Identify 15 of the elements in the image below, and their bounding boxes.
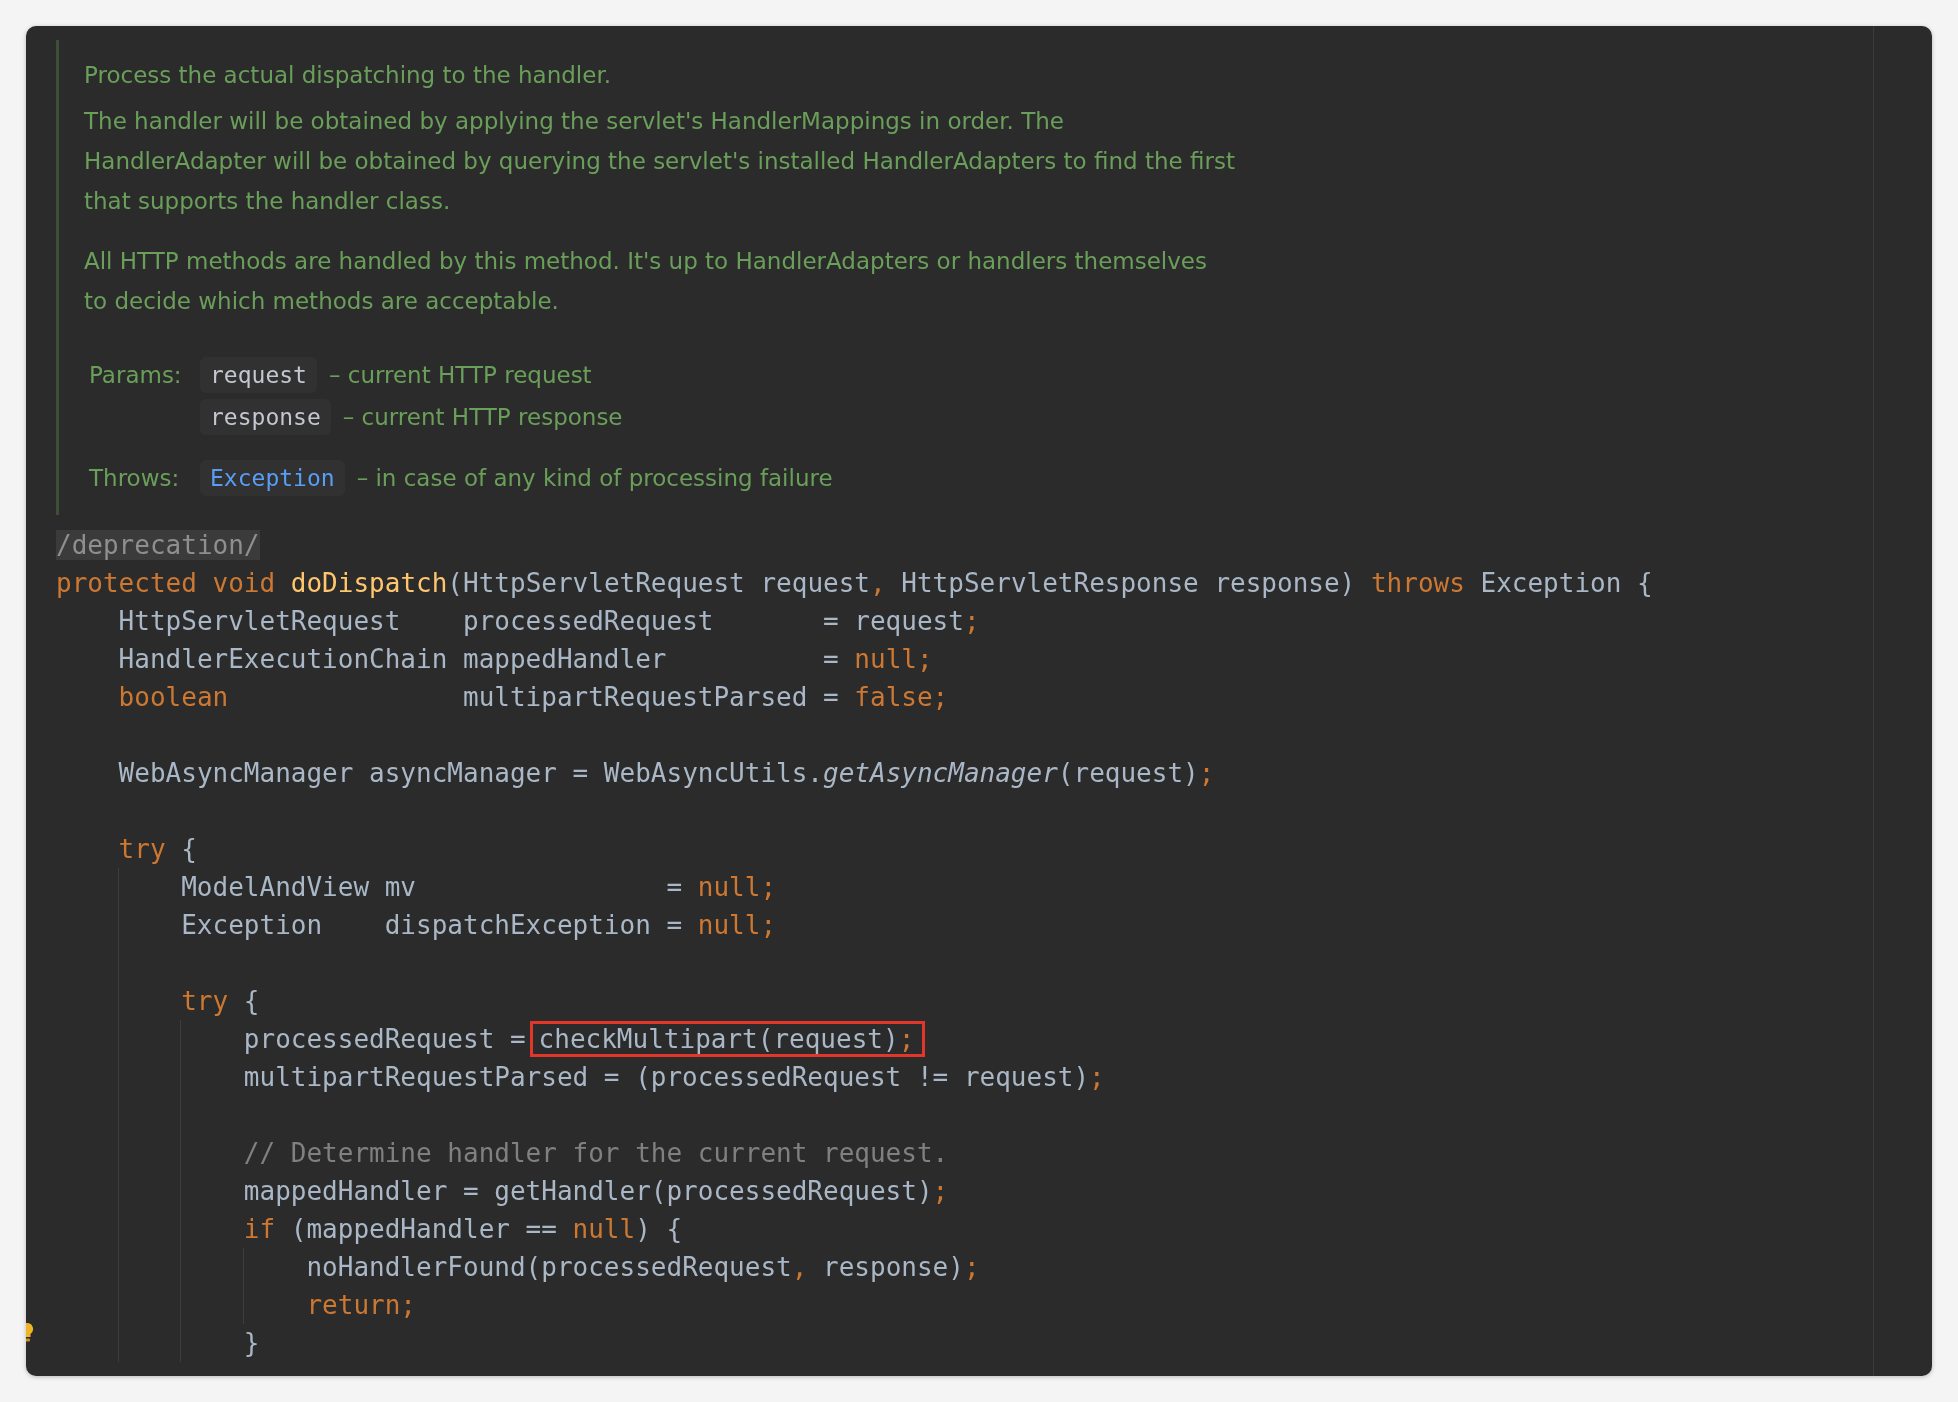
- highlight-box: checkMultipart(request);: [529, 1021, 926, 1057]
- doc-paragraph: All HTTP methods are handled by this method. It's up to HandlerAdapters or handlers themselves to decide which methods are acceptable.: [84, 247, 1208, 316]
- annotation-label: /deprecation/: [56, 530, 260, 560]
- code-text: processedRequest =: [243, 1024, 526, 1054]
- doc-paragraph: The handler will be obtained by applying the servlet's HandlerMappings in order. The HandlerAdapter will be obtained by querying the servlet's installed HandlerAdapters to find the first that supports the handler class.: [84, 107, 1236, 216]
- code-line: protected void doDispatch(HttpServletRequest request, HttpServletResponse response) throws Exception {: [56, 567, 1654, 600]
- tag-label: Params:: [89, 361, 183, 390]
- doc-paragraph: Process the actual dispatching to the handler.: [84, 61, 613, 90]
- tag-description: – current HTTP response: [342, 403, 623, 432]
- tag-label: Throws:: [89, 464, 181, 493]
- param-name: request: [200, 357, 317, 393]
- exception-link[interactable]: Exception: [200, 460, 345, 496]
- tag-description: – in case of any kind of processing failure: [356, 464, 833, 493]
- param-name: response: [200, 399, 331, 435]
- tag-description: – current HTTP request: [328, 361, 592, 390]
